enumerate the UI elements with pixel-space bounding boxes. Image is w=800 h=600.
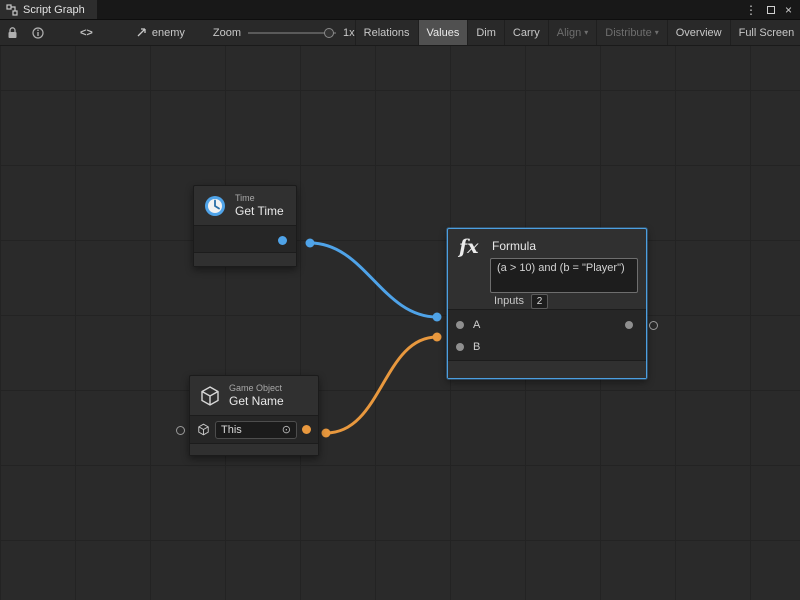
node-ports [194,225,296,253]
object-picker-icon[interactable]: ⊙ [282,423,291,436]
titlebar-spacer [97,0,745,19]
zoom-slider-handle[interactable] [324,28,334,38]
node-footer [194,253,296,266]
relations-button[interactable]: Relations [355,20,418,45]
node-category: Time [235,193,284,204]
input-port-b[interactable] [456,343,464,351]
carry-button[interactable]: Carry [504,20,548,45]
node-get-name[interactable]: Game Object Get Name This ⊙ [189,375,319,456]
wire-start-dot [322,429,331,438]
close-icon[interactable]: × [785,4,792,16]
wire-end-dot [433,333,442,342]
script-graph-window: Script Graph ⋮ × <> [0,0,800,600]
target-object-value: This [221,424,242,436]
node-formula[interactable]: fx Formula (a > 10) and (b = "Player") I… [447,228,647,379]
node-footer [190,444,318,455]
node-title: Get Name [229,394,284,408]
align-button[interactable]: Align ▾ [548,20,596,45]
port-row-a: A [448,314,646,336]
lock-icon[interactable] [0,20,25,45]
node-title: Get Time [235,204,284,218]
graph-toolbar: <> enemy Zoom 1x Relations Values Dim [0,20,800,46]
inputs-control: Inputs 2 [494,293,548,309]
input-port-ring[interactable] [176,426,185,435]
graph-canvas[interactable]: Time Get Time fx Formula (a > 10) and (b… [0,46,800,600]
chevron-down-icon: ▾ [584,28,588,37]
wire-get-name-to-formula-b[interactable] [326,337,437,433]
code-icon[interactable]: <> [73,20,100,45]
cube-icon [199,385,221,407]
target-object-field[interactable]: This ⊙ [215,421,297,439]
zoom-label: Zoom [213,27,241,39]
formula-expression-input[interactable]: (a > 10) and (b = "Player") [490,258,638,293]
input-port-a[interactable] [456,321,464,329]
values-button[interactable]: Values [418,20,468,45]
graph-icon [6,4,18,16]
zoom-control: Zoom 1x [213,20,355,45]
zoom-slider-track [248,32,336,34]
zoom-value: 1x [343,27,355,39]
port-row-b: B [448,336,646,358]
node-header: Time Get Time [194,186,296,225]
chevron-down-icon: ▾ [655,28,659,37]
node-category: Game Object [229,383,284,394]
dim-button[interactable]: Dim [467,20,504,45]
node-ports: A B [448,309,646,361]
graph-asset-icon [136,27,147,38]
overview-button[interactable]: Overview [667,20,730,45]
window-controls: ⋮ × [745,0,800,19]
node-ports: This ⊙ [190,415,318,444]
wire-start-dot [306,239,315,248]
port-label: A [473,319,480,331]
wire-end-dot [433,313,442,322]
title-bar: Script Graph ⋮ × [0,0,800,20]
clock-icon [203,194,227,218]
cube-icon [197,423,210,436]
formula-icon: fx [459,236,479,258]
inputs-count-field[interactable]: 2 [531,294,548,309]
output-port-name[interactable] [302,425,311,434]
graph-name: enemy [152,27,185,39]
node-footer [448,361,646,378]
output-port-result[interactable] [625,321,633,329]
wires-layer [0,46,800,600]
info-icon[interactable] [25,20,51,45]
graph-breadcrumb[interactable]: enemy [126,20,195,45]
inputs-label: Inputs [494,295,524,307]
output-port-ring[interactable] [649,321,658,330]
wire-get-time-to-formula-a[interactable] [310,243,437,317]
node-get-time[interactable]: Time Get Time [193,185,297,267]
tab-title: Script Graph [23,4,85,16]
port-label: B [473,341,480,353]
maximize-icon[interactable] [767,6,775,14]
distribute-button[interactable]: Distribute ▾ [596,20,666,45]
window-menu-icon[interactable]: ⋮ [745,4,757,16]
output-port-time[interactable] [278,236,287,245]
node-title: Formula [492,239,536,253]
toolbar-buttons: Relations Values Dim Carry Align ▾ Distr… [355,20,800,45]
full-screen-button[interactable]: Full Screen [730,20,800,45]
zoom-slider[interactable] [248,20,336,45]
tab-script-graph[interactable]: Script Graph [0,0,97,19]
node-header: Game Object Get Name [190,376,318,415]
node-header: fx Formula (a > 10) and (b = "Player") I… [448,229,646,309]
